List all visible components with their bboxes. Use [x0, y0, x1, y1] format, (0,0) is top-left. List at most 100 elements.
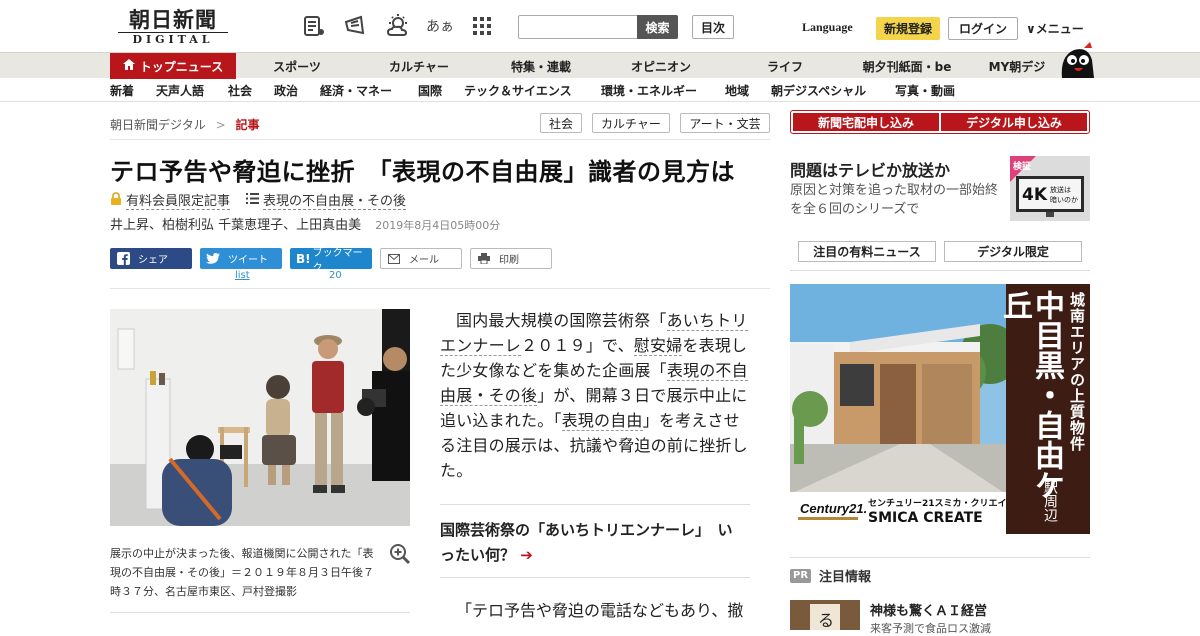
nav-sports[interactable]: スポーツ	[258, 53, 336, 79]
megaphone-icon[interactable]	[342, 12, 370, 40]
chevron-down-icon: ∨	[1026, 22, 1036, 36]
subnav-politics[interactable]: 政治	[274, 82, 298, 99]
global-nav: トップニュース スポーツ カルチャー 特集・連載 オピニオン ライフ 朝夕刊紙面…	[0, 52, 1200, 79]
subnav-photo[interactable]: 写真・動画	[895, 82, 955, 99]
divider	[110, 139, 770, 140]
digital-only-button[interactable]: デジタル限定	[944, 241, 1082, 262]
ad-copy-station: 駅周辺	[1042, 480, 1058, 522]
ad-brand-big: SMICA CREATE	[868, 510, 983, 526]
promo-subtext-2: 暗いのか	[1050, 195, 1078, 204]
series-link[interactable]: 表現の不自由展・その後	[263, 190, 407, 210]
body-text: ２０１９」で、	[521, 336, 634, 355]
pr-heading: 注目情報	[819, 570, 872, 585]
digital-subscribe-button[interactable]: デジタル申し込み	[941, 113, 1087, 131]
menu-button[interactable]: ∨メニュー	[1026, 20, 1084, 37]
hatena-icon: B!	[296, 251, 311, 266]
search-input[interactable]	[518, 15, 638, 39]
logo-main: 朝日新聞	[129, 7, 217, 32]
subnav-new[interactable]: 新着	[110, 82, 134, 99]
keyword-link-comfort-women[interactable]: 慰安婦	[633, 336, 683, 356]
nav-opinion[interactable]: オピニオン	[620, 53, 702, 79]
breadcrumb-home[interactable]: 朝日新聞デジタル	[110, 118, 206, 132]
printer-icon	[477, 252, 491, 266]
zoom-icon[interactable]	[389, 543, 411, 565]
svg-text:る: る	[818, 611, 834, 630]
subnav-economy[interactable]: 経済・マネー	[320, 82, 392, 99]
mail-icon	[387, 252, 401, 266]
article-byline: 井上昇、柏樹利弘 千葉恵理子、上田真由美 2019年8月4日05時00分	[110, 214, 500, 233]
nav-paper[interactable]: 朝夕刊紙面・be	[855, 53, 959, 79]
nav-features[interactable]: 特集・連載	[500, 53, 582, 79]
twitter-count[interactable]: list	[235, 270, 250, 281]
nav-culture[interactable]: カルチャー	[378, 53, 460, 79]
toc-button[interactable]: 目次	[692, 15, 734, 39]
print-label: 印刷	[499, 255, 519, 266]
breadcrumb-current: 記事	[235, 118, 260, 132]
keyword-link-freedom-of-expression[interactable]: 表現の自由	[561, 411, 643, 431]
subnav-local[interactable]: 地域	[725, 82, 749, 99]
tweet-button[interactable]: ツイート	[200, 248, 282, 269]
weather-icon[interactable]	[384, 12, 412, 40]
tag-culture[interactable]: カルチャー	[592, 113, 670, 133]
subnav-tensei[interactable]: 天声人語	[156, 82, 204, 99]
pr-badge: PR	[790, 568, 812, 583]
pr-section-header: PR 注目情報	[790, 566, 871, 585]
article-body-paragraph: 国内最大規模の国際芸術祭「あいちトリエンナーレ２０１９」で、慰安婦を表現した少女…	[440, 308, 752, 483]
print-button[interactable]: 印刷	[470, 248, 552, 269]
twitter-icon	[206, 252, 220, 266]
advertisement[interactable]: Century21. センチュリー21スミカ・クリエイト SMICA CREAT…	[790, 284, 1090, 534]
newspaper-subscribe-button[interactable]: 新聞宅配申し込み	[793, 113, 939, 131]
promo-subtext-1: 放送は	[1050, 185, 1071, 194]
hatena-label: ブックマーク	[312, 247, 363, 274]
promo-thumbnail[interactable]: 検証 4K 放送は 暗いのか	[1010, 156, 1090, 221]
facebook-share-button[interactable]: シェア	[110, 248, 192, 269]
tag-society[interactable]: 社会	[540, 113, 582, 133]
twitter-label: ツイート	[228, 255, 268, 266]
font-size-icon[interactable]: あぁ	[426, 12, 454, 40]
related-article-link[interactable]: 国際芸術祭の「あいちトリエンナーレ」 いったい何？ ➔	[440, 518, 740, 568]
tag-art[interactable]: アート・文芸	[680, 113, 770, 133]
promo-title[interactable]: 問題はテレビか放送か	[790, 157, 950, 181]
menu-label: メニュー	[1035, 22, 1084, 36]
membership-label[interactable]: 有料会員限定記事	[126, 190, 231, 210]
hatena-bookmark-button[interactable]: B! ブックマーク	[290, 248, 372, 274]
header-icons: あぁ	[300, 12, 496, 40]
promo-badge-text: 検証	[1013, 160, 1031, 172]
sub-nav: 新着 天声人語 社会 政治 経済・マネー 国際 テック＆サイエンス 環境・エネル…	[0, 78, 1200, 102]
site-header: 朝日新聞 DIGITAL あぁ 検索 目次 Language 新規登録 ログイン…	[0, 0, 1200, 52]
article-headline: テロ予告や脅迫に挫折 「表現の不自由展」識者の見方は	[110, 158, 735, 186]
site-logo[interactable]: 朝日新聞 DIGITAL	[118, 8, 228, 48]
subnav-society[interactable]: 社会	[228, 82, 252, 99]
subnav-special[interactable]: 朝デジスペシャル	[771, 82, 866, 99]
mascot-icon[interactable]	[1056, 42, 1096, 80]
ad-copy-line1: 城南エリアの上質物件	[1068, 292, 1086, 452]
pr-article-title[interactable]: 神様も驚くＡＩ経営	[870, 600, 987, 619]
breadcrumb: 朝日新聞デジタル > 記事	[110, 116, 260, 133]
divider	[790, 557, 1090, 558]
ad-copy-big: 中目黒・自由ケ丘	[997, 290, 1064, 500]
list-icon	[246, 192, 260, 208]
pr-article-subtitle: 来客予測で食品ロス激減	[870, 622, 991, 635]
mail-button[interactable]: メール	[380, 248, 462, 269]
century21-logo: Century21.	[800, 501, 868, 516]
subnav-environment[interactable]: 環境・エネルギー	[601, 82, 697, 99]
register-button[interactable]: 新規登録	[876, 17, 940, 40]
subnav-tech[interactable]: テック＆サイエンス	[464, 82, 572, 99]
paid-news-button[interactable]: 注目の有料ニュース	[798, 241, 936, 262]
hatena-count[interactable]: 20	[329, 270, 342, 281]
nav-my-asahi[interactable]: MY朝デジ	[982, 53, 1052, 79]
body-text: 国内最大規模の国際芸術祭「	[456, 311, 667, 330]
nav-life[interactable]: ライフ	[755, 53, 815, 79]
article-photo[interactable]	[110, 309, 410, 526]
divider	[110, 612, 410, 613]
nav-top-news[interactable]: トップニュース	[110, 53, 236, 79]
grid-icon[interactable]	[468, 12, 496, 40]
search-button[interactable]: 検索	[637, 15, 678, 39]
login-button[interactable]: ログイン	[948, 17, 1018, 40]
language-link[interactable]: Language	[802, 20, 853, 35]
subscribe-box: 新聞宅配申し込み デジタル申し込み	[790, 110, 1090, 134]
pr-thumbnail[interactable]: る	[790, 600, 860, 630]
divider	[110, 288, 770, 289]
subnav-world[interactable]: 国際	[418, 82, 442, 99]
newspaper-icon[interactable]	[300, 12, 328, 40]
